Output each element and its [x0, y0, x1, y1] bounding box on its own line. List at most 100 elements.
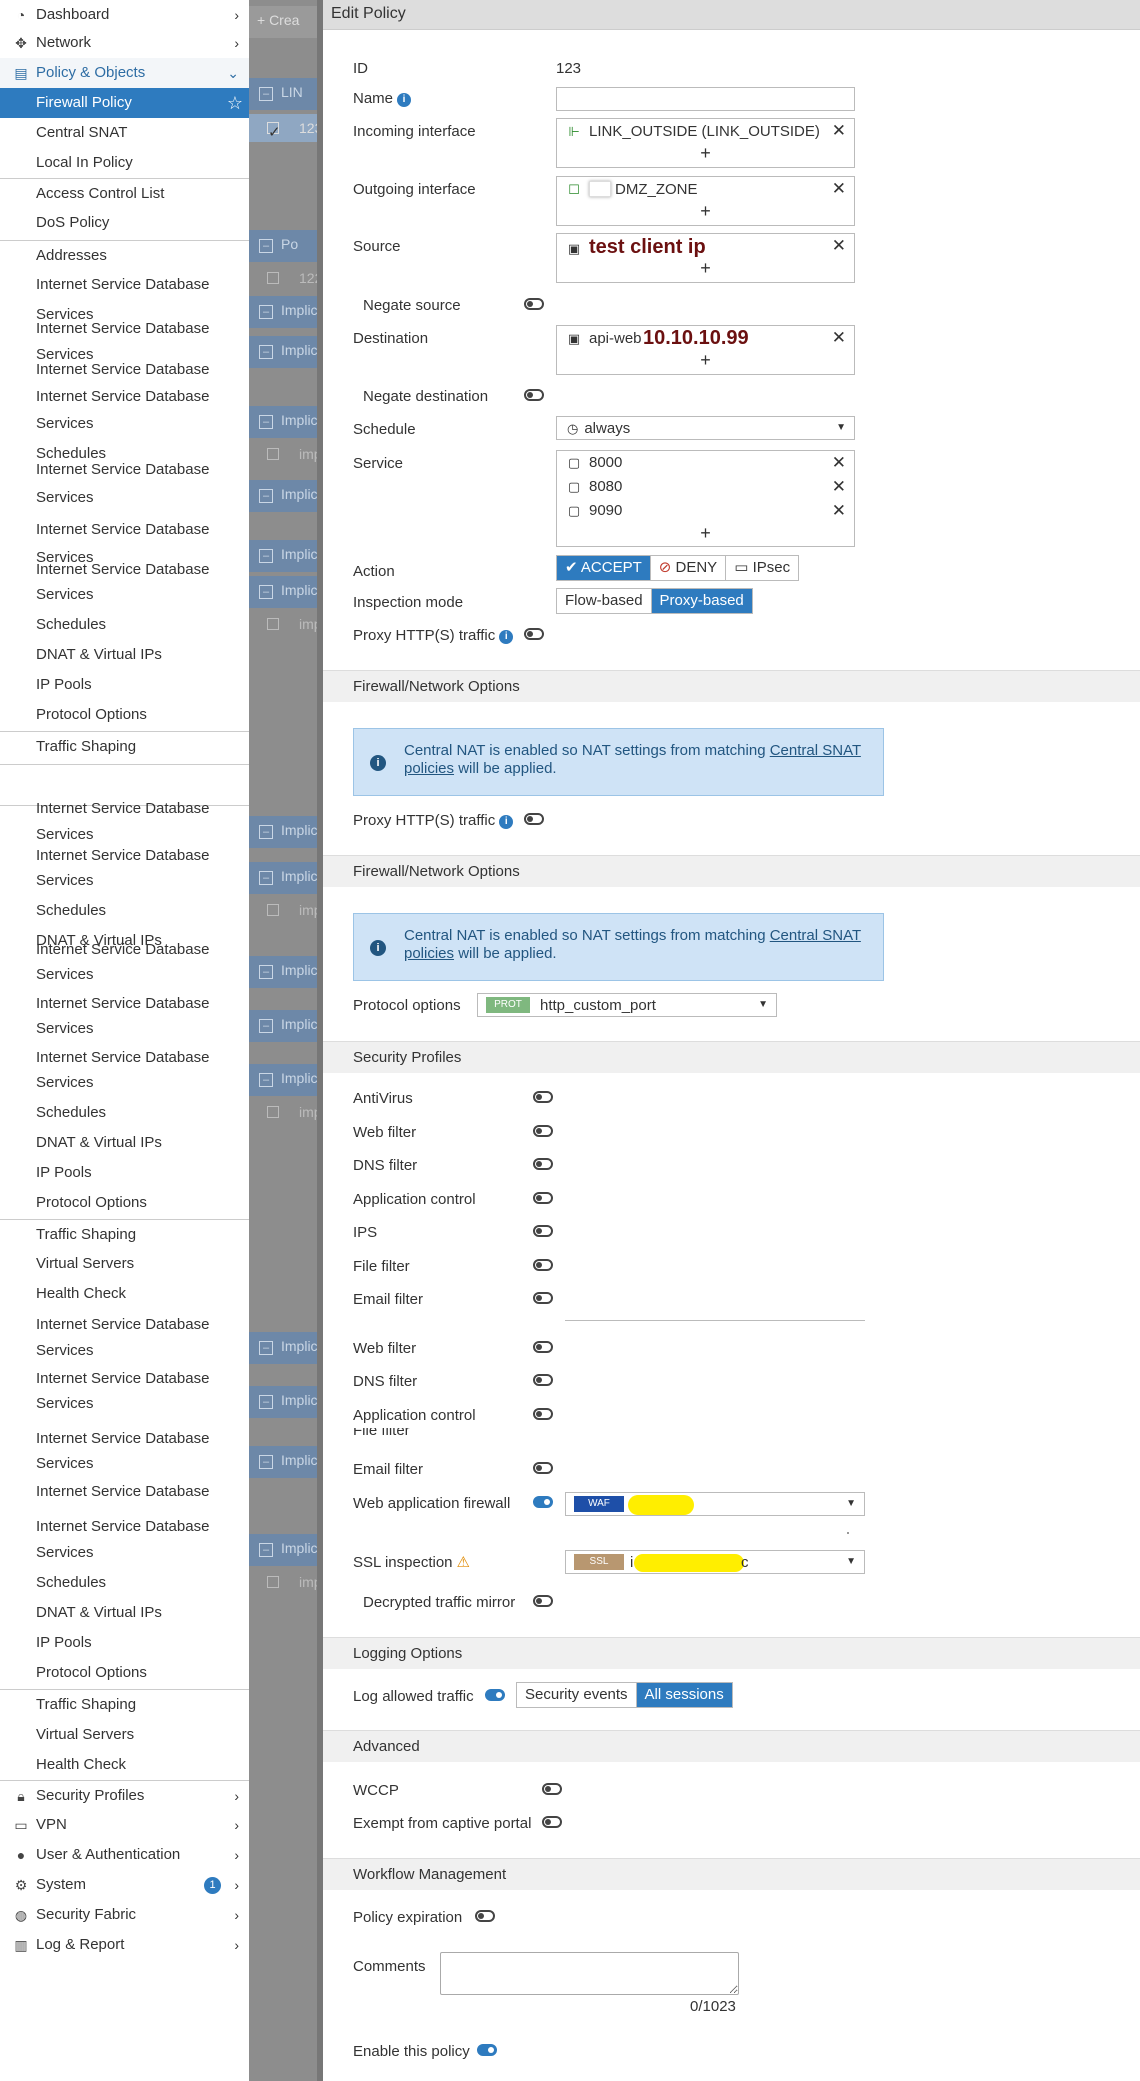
sidebar-item-services[interactable]: Services — [0, 820, 249, 850]
sidebar-item-vpn[interactable]: ▭ VPN › — [0, 1810, 249, 1840]
negate-destination-toggle[interactable] — [524, 389, 544, 401]
sidebar-item-dashboard[interactable]: ◔ Dashboard › — [0, 0, 249, 30]
add-icon[interactable]: + — [557, 201, 854, 222]
comments-textarea[interactable] — [440, 1952, 739, 1995]
outgoing-interface-field[interactable]: ☐ DMZ_ZONE ✕ + — [556, 176, 855, 226]
sidebar-item-services[interactable]: Services — [0, 483, 249, 513]
remove-icon[interactable]: ✕ — [832, 501, 846, 521]
sidebar-item-virtual-servers[interactable]: Virtual Servers — [0, 1720, 249, 1750]
security-events-button[interactable]: Security events — [517, 1683, 637, 1707]
sidebar-item-services[interactable]: Services — [0, 960, 249, 990]
web-filter-toggle[interactable] — [533, 1341, 553, 1353]
add-icon[interactable]: + — [557, 258, 854, 279]
flow-based-button[interactable]: Flow-based — [557, 589, 652, 613]
exempt-captive-portal-toggle[interactable] — [542, 1816, 562, 1828]
waf-toggle[interactable] — [533, 1496, 553, 1508]
sidebar-item-traffic-shaping[interactable]: Traffic Shaping — [0, 1689, 249, 1719]
application-control-toggle[interactable] — [533, 1192, 553, 1204]
sidebar-item-health-check[interactable]: Health Check — [0, 1279, 249, 1309]
remove-icon[interactable]: ✕ — [832, 236, 846, 256]
info-icon[interactable]: i — [397, 93, 412, 107]
remove-icon[interactable]: ✕ — [832, 477, 846, 497]
sidebar-item-dnat-virtual-ips[interactable]: DNAT & Virtual IPs — [0, 1128, 249, 1158]
proxy-based-button[interactable]: Proxy-based — [651, 589, 752, 613]
sidebar-item-services[interactable]: Services — [0, 1014, 249, 1044]
sidebar-item-ip-pools[interactable]: IP Pools — [0, 1628, 249, 1658]
email-filter-toggle[interactable] — [533, 1462, 553, 1474]
sidebar-item-access-control-list[interactable]: Access Control List — [0, 178, 249, 208]
schedule-select[interactable]: ◷ always ▼ — [556, 416, 855, 440]
sidebar-item-services[interactable]: Services — [0, 1449, 249, 1479]
sidebar-item-services[interactable]: Services — [0, 1068, 249, 1098]
all-sessions-button[interactable]: All sessions — [636, 1683, 732, 1707]
negate-source-toggle[interactable] — [524, 298, 544, 310]
info-icon[interactable]: i — [499, 815, 514, 829]
destination-field[interactable]: ▣ api-web 10.10.10.99 ✕ + — [556, 325, 855, 375]
sidebar-item-ip-pools[interactable]: IP Pools — [0, 1158, 249, 1188]
service-field[interactable]: ▢ 8000 ✕ ▢ 8080 ✕ ▢ 9090 ✕ + — [556, 450, 855, 547]
log-allowed-traffic-toggle[interactable] — [485, 1689, 505, 1701]
policies-link[interactable]: policies — [404, 945, 454, 962]
file-filter-toggle[interactable] — [533, 1259, 553, 1271]
warning-icon[interactable]: ⚠ — [457, 1553, 470, 1571]
remove-icon[interactable]: ✕ — [832, 121, 846, 141]
enable-policy-toggle[interactable] — [477, 2044, 497, 2056]
sidebar-item-dnat-virtual-ips[interactable]: DNAT & Virtual IPs — [0, 1598, 249, 1628]
source-field[interactable]: ▣ test client ip ✕ + — [556, 233, 855, 283]
protocol-options-select[interactable]: PROT http_custom_port ▼ — [477, 993, 777, 1017]
wccp-toggle[interactable] — [542, 1783, 562, 1795]
sidebar-item-protocol-options[interactable]: Protocol Options — [0, 1658, 249, 1688]
sidebar-item-health-check[interactable]: Health Check — [0, 1750, 249, 1780]
dns-filter-toggle[interactable] — [533, 1158, 553, 1170]
sidebar-item-ip-pools[interactable]: IP Pools — [0, 670, 249, 700]
add-icon[interactable]: + — [557, 523, 854, 544]
sidebar-item-services[interactable]: Services — [0, 866, 249, 896]
sidebar-item-security-fabric[interactable]: ◍ Security Fabric › — [0, 1900, 249, 1930]
sidebar-item-internet-service-database[interactable]: Internet Service Database — [0, 270, 249, 300]
sidebar-item-services[interactable]: Services — [0, 1538, 249, 1568]
sidebar-item-log-report[interactable]: ▥ Log & Report › — [0, 1930, 249, 1960]
sidebar-item-schedules[interactable]: Schedules — [0, 1568, 249, 1598]
incoming-interface-field[interactable]: ⊩ LINK_OUTSIDE (LINK_OUTSIDE) ✕ + — [556, 118, 855, 168]
sidebar-item-central-snat[interactable]: Central SNAT — [0, 118, 249, 148]
info-icon[interactable]: i — [499, 630, 514, 644]
sidebar-item-services[interactable]: Services — [0, 1336, 249, 1366]
sidebar-item-services[interactable]: Services — [0, 1389, 249, 1419]
star-icon[interactable]: ☆ — [227, 88, 243, 118]
sidebar-item-system[interactable]: ⚙ System 1 › — [0, 1870, 249, 1900]
sidebar-item-security-profiles[interactable]: 🔒︎ Security Profiles › — [0, 1780, 249, 1810]
sidebar-item-dos-policy[interactable]: DoS Policy — [0, 208, 249, 238]
sidebar-item-traffic-shaping[interactable]: Traffic Shaping — [0, 1219, 249, 1249]
application-control-toggle[interactable] — [533, 1408, 553, 1420]
proxy-https-toggle[interactable] — [524, 813, 544, 825]
decrypted-traffic-mirror-toggle[interactable] — [533, 1595, 553, 1607]
sidebar-item-protocol-options[interactable]: Protocol Options — [0, 1188, 249, 1218]
ssl-inspection-select[interactable]: SSL i c ▼ — [565, 1550, 865, 1574]
sidebar-item-policy-objects[interactable]: ▤ Policy & Objects ⌄ — [0, 58, 249, 88]
waf-select[interactable]: WAF ▼ — [565, 1492, 865, 1516]
remove-icon[interactable]: ✕ — [832, 179, 846, 199]
email-filter-toggle[interactable] — [533, 1292, 553, 1304]
central-snat-link[interactable]: Central SNAT — [770, 742, 861, 759]
remove-icon[interactable]: ✕ — [832, 453, 846, 473]
sidebar-item-dnat-virtual-ips[interactable]: DNAT & Virtual IPs — [0, 640, 249, 670]
sidebar-item-traffic-shaping[interactable]: Traffic Shaping — [0, 731, 249, 761]
dns-filter-toggle[interactable] — [533, 1374, 553, 1386]
name-input[interactable] — [556, 87, 855, 111]
add-icon[interactable]: + — [557, 143, 854, 164]
policies-link[interactable]: policies — [404, 760, 454, 777]
ipsec-button[interactable]: ▭ IPsec — [726, 556, 798, 580]
proxy-https-toggle[interactable] — [524, 628, 544, 640]
sidebar-item-services[interactable]: Services — [0, 580, 249, 610]
sidebar-item-protocol-options[interactable]: Protocol Options — [0, 700, 249, 730]
sidebar-item-services[interactable]: Services — [0, 409, 249, 439]
central-snat-link[interactable]: Central SNAT — [770, 927, 861, 944]
sidebar-item-local-in-policy[interactable]: Local In Policy — [0, 148, 249, 178]
deny-button[interactable]: ⊘ DENY — [651, 556, 727, 580]
sidebar-item-network[interactable]: ✥ Network › — [0, 28, 249, 58]
sidebar-item-firewall-policy[interactable]: Firewall Policy ☆ — [0, 88, 249, 118]
remove-icon[interactable]: ✕ — [832, 328, 846, 348]
sidebar-item-schedules[interactable]: Schedules — [0, 610, 249, 640]
accept-button[interactable]: ✔ ACCEPT — [557, 556, 651, 580]
ips-toggle[interactable] — [533, 1225, 553, 1237]
